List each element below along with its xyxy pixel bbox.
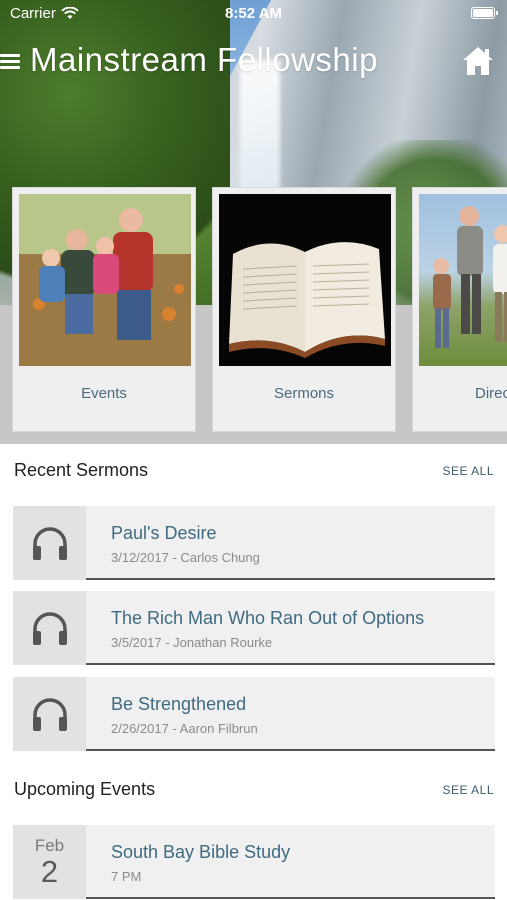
card-directory[interactable]: Direc xyxy=(412,187,507,432)
home-icon[interactable] xyxy=(461,44,495,78)
event-title: South Bay Bible Study xyxy=(111,842,291,862)
family-photo xyxy=(19,194,191,366)
hamburger-menu-icon[interactable] xyxy=(0,52,22,70)
recent-sermons-header: Recent Sermons SEE ALL xyxy=(14,460,494,486)
section-title-upcoming-events: Upcoming Events xyxy=(14,779,156,799)
card-events[interactable]: Events xyxy=(12,187,196,432)
headphones-icon xyxy=(32,527,67,560)
sermon-icon-box xyxy=(13,506,86,580)
sermon-meta: 3/12/2017 - Carlos Chung xyxy=(111,550,260,565)
card-label-events: Events xyxy=(81,385,127,402)
upcoming-events-header: Upcoming Events SEE ALL xyxy=(14,779,494,805)
event-date-badge: Feb 2 xyxy=(13,825,86,899)
sermon-icon-box xyxy=(13,677,86,751)
header-hero: Carrier 8:52 AM Mainstream Fellowship Ev… xyxy=(0,0,507,444)
sermon-icon-box xyxy=(13,591,86,665)
nav-bar: Mainstream Fellowship xyxy=(0,40,507,84)
status-time: 8:52 AM xyxy=(225,5,282,22)
event-day: 2 xyxy=(40,854,59,889)
sermon-list-item[interactable]: The Rich Man Who Ran Out of Options 3/5/… xyxy=(13,591,495,665)
status-bar: Carrier 8:52 AM xyxy=(0,0,507,28)
feature-cards-carousel[interactable]: Events Sermons Direc xyxy=(12,187,507,433)
family-walking-photo xyxy=(419,194,507,366)
sermon-list-item[interactable]: Be Strengthened 2/26/2017 - Aaron Filbru… xyxy=(13,677,495,751)
sermon-meta: 2/26/2017 - Aaron Filbrun xyxy=(111,721,258,736)
sermon-list-item[interactable]: Paul's Desire 3/12/2017 - Carlos Chung xyxy=(13,506,495,580)
see-all-events-link[interactable]: SEE ALL xyxy=(442,783,494,797)
headphones-icon xyxy=(32,612,67,645)
open-bible-photo xyxy=(219,194,391,366)
see-all-sermons-link[interactable]: SEE ALL xyxy=(442,464,494,478)
event-month: Feb xyxy=(34,836,65,855)
event-time: 7 PM xyxy=(111,869,142,884)
app-title: Mainstream Fellowship xyxy=(30,41,378,78)
sermon-title: Paul's Desire xyxy=(111,523,217,543)
card-label-directory: Direc xyxy=(475,385,507,402)
sermon-meta: 3/5/2017 - Jonathan Rourke xyxy=(111,635,273,650)
sermon-title: The Rich Man Who Ran Out of Options xyxy=(111,608,425,628)
battery-icon xyxy=(471,7,498,19)
sermon-title: Be Strengthened xyxy=(111,694,247,714)
event-list-item[interactable]: Feb 2 South Bay Bible Study 7 PM xyxy=(13,825,495,899)
section-title-recent-sermons: Recent Sermons xyxy=(14,460,149,480)
card-label-sermons: Sermons xyxy=(273,385,335,402)
card-sermons[interactable]: Sermons xyxy=(212,187,396,432)
headphones-icon xyxy=(32,698,67,731)
